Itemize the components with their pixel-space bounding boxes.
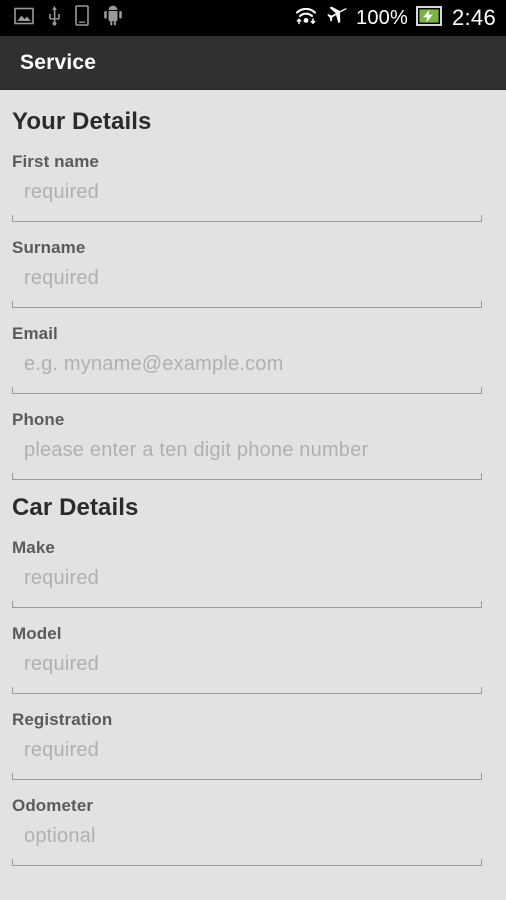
underline-tick-left xyxy=(12,387,13,394)
input-underline-surname xyxy=(12,300,494,308)
field-label-make: Make xyxy=(12,538,55,557)
input-underline-odometer xyxy=(12,858,494,866)
underline-tick-right xyxy=(481,473,482,480)
underline-tick-left xyxy=(12,215,13,222)
underline-tick-right xyxy=(481,301,482,308)
underline-tick-right xyxy=(481,687,482,694)
page-title: Service xyxy=(20,50,97,74)
underline-tick-left xyxy=(12,859,13,866)
field-label-surname: Surname xyxy=(12,238,86,257)
input-first-name[interactable]: required xyxy=(12,172,494,212)
input-underline-email xyxy=(12,386,494,394)
wifi-sync-icon xyxy=(294,5,318,31)
form-scroll-container[interactable]: Your Details First name required Surname… xyxy=(0,90,506,900)
clock-label: 2:46 xyxy=(451,5,496,30)
field-model[interactable]: Model required xyxy=(12,608,494,694)
field-label-first-name: First name xyxy=(12,152,99,171)
battery-level-label: 100% xyxy=(356,6,408,29)
input-registration[interactable]: required xyxy=(12,730,494,770)
section-header-your-details: Your Details xyxy=(12,108,152,135)
field-first-name[interactable]: First name required xyxy=(12,136,494,222)
image-icon xyxy=(14,6,34,31)
input-underline-registration xyxy=(12,772,494,780)
field-make[interactable]: Make required xyxy=(12,522,494,608)
input-underline-first-name xyxy=(12,214,494,222)
field-email[interactable]: Email e.g. myname@example.com xyxy=(12,308,494,394)
status-bar: 100% 2:46 xyxy=(0,0,506,36)
input-underline-model xyxy=(12,686,494,694)
underline-tick-left xyxy=(12,601,13,608)
input-underline-make xyxy=(12,600,494,608)
input-model[interactable]: required xyxy=(12,644,494,684)
field-label-phone: Phone xyxy=(12,410,65,429)
underline-tick-right xyxy=(481,859,482,866)
android-icon xyxy=(103,5,123,31)
input-phone[interactable]: please enter a ten digit phone number xyxy=(12,430,494,470)
underline-tick-left xyxy=(12,473,13,480)
field-odometer[interactable]: Odometer optional xyxy=(12,780,494,866)
underline-tick-left xyxy=(12,301,13,308)
input-email[interactable]: e.g. myname@example.com xyxy=(12,344,494,384)
underline-tick-right xyxy=(481,773,482,780)
input-odometer[interactable]: optional xyxy=(12,816,494,856)
section-header-car-details: Car Details xyxy=(12,494,139,521)
usb-icon xyxy=(48,5,61,31)
underline-tick-left xyxy=(12,687,13,694)
field-label-model: Model xyxy=(12,624,62,643)
field-surname[interactable]: Surname required xyxy=(12,222,494,308)
field-registration[interactable]: Registration required xyxy=(12,694,494,780)
underline-tick-right xyxy=(481,215,482,222)
status-bar-left-icons xyxy=(14,5,123,31)
underline-tick-left xyxy=(12,773,13,780)
input-underline-phone xyxy=(12,472,494,480)
field-label-registration: Registration xyxy=(12,710,113,729)
device-icon xyxy=(75,5,89,31)
underline-tick-right xyxy=(481,601,482,608)
input-make[interactable]: required xyxy=(12,558,494,598)
app-bar: Service xyxy=(0,36,506,90)
underline-tick-right xyxy=(481,387,482,394)
field-label-email: Email xyxy=(12,324,58,343)
field-label-odometer: Odometer xyxy=(12,796,94,815)
airplane-mode-icon xyxy=(326,5,348,31)
battery-charging-icon xyxy=(415,5,442,31)
status-bar-right-icons: 100% 2:46 xyxy=(294,5,496,31)
input-surname[interactable]: required xyxy=(12,258,494,298)
field-phone[interactable]: Phone please enter a ten digit phone num… xyxy=(12,394,494,480)
